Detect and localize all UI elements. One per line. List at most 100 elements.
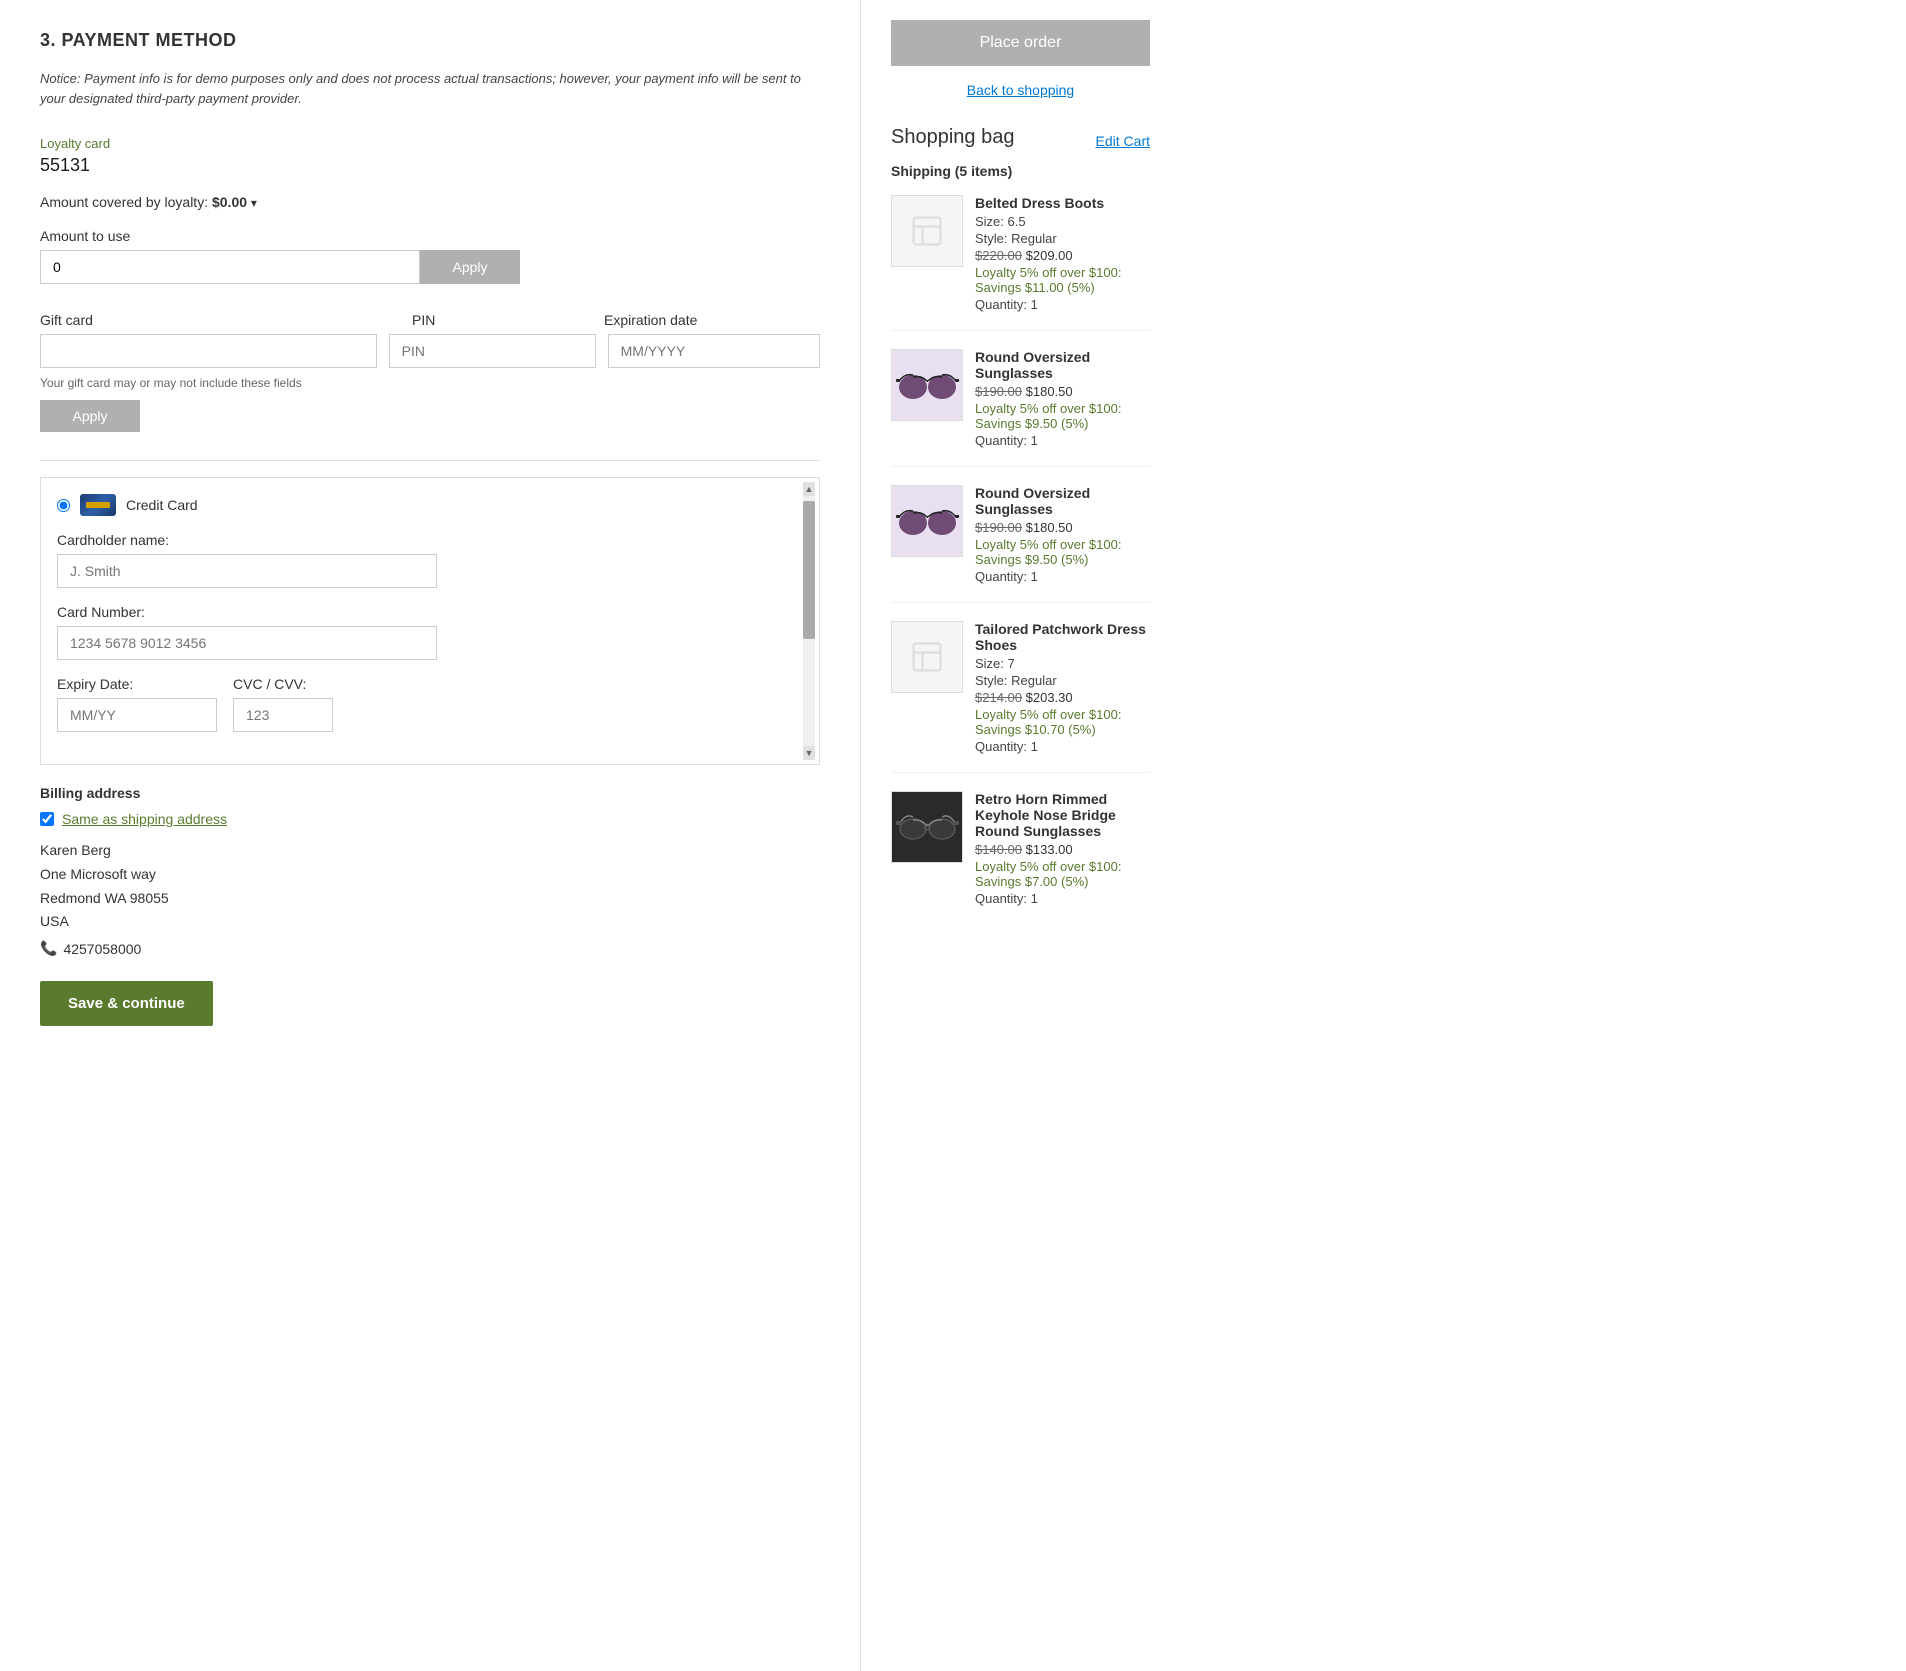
- shopping-bag-title: Shopping bag: [891, 126, 1014, 149]
- loyalty-savings: Loyalty 5% off over $100: Savings $7.00 …: [975, 859, 1150, 889]
- expiration-input[interactable]: [608, 334, 820, 368]
- amount-covered-value: $0.00: [212, 194, 247, 210]
- gift-hint: Your gift card may or may not include th…: [40, 376, 820, 390]
- notice-text: Notice: Payment info is for demo purpose…: [40, 69, 820, 108]
- back-to-shopping-link[interactable]: Back to shopping: [891, 82, 1150, 98]
- item-size: Size: 7: [975, 656, 1150, 671]
- price-row: $140.00 $133.00: [975, 842, 1150, 857]
- item-quantity: Quantity: 1: [975, 297, 1150, 312]
- item-details: Round Oversized Sunglasses $190.00 $180.…: [975, 485, 1150, 584]
- save-continue-button[interactable]: Save & continue: [40, 981, 213, 1026]
- dropdown-arrow-icon[interactable]: ▾: [251, 196, 257, 210]
- expiry-cvc-row: [57, 698, 803, 732]
- expiration-label: Expiration date: [604, 312, 820, 328]
- card-number-group: Card Number:: [57, 604, 803, 660]
- original-price: $214.00: [975, 690, 1022, 705]
- billing-address2: Redmond WA 98055: [40, 887, 820, 911]
- item-name: Belted Dress Boots: [975, 195, 1150, 211]
- expiry-label: Expiry Date:: [57, 676, 217, 692]
- credit-card-label: Credit Card: [126, 497, 198, 513]
- cvc-input[interactable]: [233, 698, 333, 732]
- item-style: Style: Regular: [975, 673, 1150, 688]
- sale-price: $180.50: [1026, 520, 1073, 535]
- amount-row: Apply: [40, 250, 820, 284]
- card-number-label: Card Number:: [57, 604, 803, 620]
- cardholder-input[interactable]: [57, 554, 437, 588]
- cardholder-group: Cardholder name:: [57, 532, 803, 588]
- amount-to-use-label: Amount to use: [40, 228, 820, 244]
- item-name: Tailored Patchwork Dress Shoes: [975, 621, 1150, 653]
- billing-name: Karen Berg: [40, 839, 820, 863]
- credit-card-section: Credit Card Cardholder name: Card Number…: [40, 477, 820, 765]
- gift-card-input[interactable]: [40, 334, 377, 368]
- cart-item: Tailored Patchwork Dress Shoes Size: 7 S…: [891, 621, 1150, 773]
- placeholder-image: [892, 196, 962, 266]
- sidebar: Place order Back to shopping Shopping ba…: [860, 0, 1180, 1671]
- amount-input[interactable]: [40, 250, 420, 284]
- gift-fields: [40, 334, 820, 368]
- sale-price: $203.30: [1026, 690, 1073, 705]
- pin-input[interactable]: [389, 334, 596, 368]
- gift-card-section: Gift card PIN Expiration date Your gift …: [40, 312, 820, 432]
- same-as-shipping-row: Same as shipping address: [40, 811, 820, 827]
- phone-number: 4257058000: [63, 941, 141, 957]
- item-thumbnail: [891, 791, 963, 863]
- item-details: Round Oversized Sunglasses $190.00 $180.…: [975, 349, 1150, 448]
- sale-price: $209.00: [1026, 248, 1073, 263]
- expiry-cvc-group: Expiry Date: CVC / CVV:: [57, 676, 803, 732]
- billing-section: Billing address Same as shipping address…: [40, 785, 820, 957]
- credit-card-radio[interactable]: [57, 499, 70, 512]
- expiry-cvc-labels: Expiry Date: CVC / CVV:: [57, 676, 803, 692]
- sale-price: $180.50: [1026, 384, 1073, 399]
- item-thumbnail: [891, 349, 963, 421]
- item-name: Retro Horn Rimmed Keyhole Nose Bridge Ro…: [975, 791, 1150, 839]
- item-name: Round Oversized Sunglasses: [975, 349, 1150, 381]
- loyalty-section: Loyalty card 55131 Amount covered by loy…: [40, 136, 820, 284]
- expiry-input[interactable]: [57, 698, 217, 732]
- loyalty-label: Loyalty card: [40, 136, 820, 151]
- same-as-shipping-label[interactable]: Same as shipping address: [62, 811, 227, 827]
- item-name: Round Oversized Sunglasses: [975, 485, 1150, 517]
- item-thumbnail: [891, 621, 963, 693]
- cvc-label: CVC / CVV:: [233, 676, 306, 692]
- pin-label: PIN: [412, 312, 592, 328]
- scroll-down-arrow[interactable]: ▼: [803, 746, 815, 760]
- loyalty-apply-button[interactable]: Apply: [420, 250, 520, 284]
- price-row: $190.00 $180.50: [975, 384, 1150, 399]
- loyalty-savings: Loyalty 5% off over $100: Savings $11.00…: [975, 265, 1150, 295]
- price-row: $214.00 $203.30: [975, 690, 1150, 705]
- cart-item: Round Oversized Sunglasses $190.00 $180.…: [891, 349, 1150, 467]
- amount-covered: Amount covered by loyalty: $0.00 ▾: [40, 194, 820, 210]
- cardholder-label: Cardholder name:: [57, 532, 803, 548]
- item-details: Belted Dress Boots Size: 6.5 Style: Regu…: [975, 195, 1150, 312]
- card-number-input[interactable]: [57, 626, 437, 660]
- shipping-label: Shipping (5 items): [891, 163, 1150, 179]
- sale-price: $133.00: [1026, 842, 1073, 857]
- original-price: $190.00: [975, 384, 1022, 399]
- item-thumbnail: [891, 195, 963, 267]
- item-size: Size: 6.5: [975, 214, 1150, 229]
- billing-address: Karen Berg One Microsoft way Redmond WA …: [40, 839, 820, 934]
- price-row: $190.00 $180.50: [975, 520, 1150, 535]
- scrollbar-thumb[interactable]: [803, 501, 815, 639]
- section-title: 3. PAYMENT METHOD: [40, 30, 820, 51]
- phone-row: 📞 4257058000: [40, 940, 820, 957]
- item-quantity: Quantity: 1: [975, 891, 1150, 906]
- price-row: $220.00 $209.00: [975, 248, 1150, 263]
- original-price: $190.00: [975, 520, 1022, 535]
- loyalty-savings: Loyalty 5% off over $100: Savings $9.50 …: [975, 537, 1150, 567]
- loyalty-savings: Loyalty 5% off over $100: Savings $9.50 …: [975, 401, 1150, 431]
- credit-card-icon: [80, 494, 116, 516]
- item-details: Tailored Patchwork Dress Shoes Size: 7 S…: [975, 621, 1150, 754]
- original-price: $220.00: [975, 248, 1022, 263]
- scroll-up-arrow[interactable]: ▲: [803, 482, 815, 496]
- edit-cart-link[interactable]: Edit Cart: [1096, 133, 1150, 149]
- phone-icon: 📞: [40, 940, 57, 957]
- gift-card-apply-button[interactable]: Apply: [40, 400, 140, 432]
- payment-method-row: Credit Card: [57, 494, 803, 516]
- cart-item: Round Oversized Sunglasses $190.00 $180.…: [891, 485, 1150, 603]
- loyalty-savings: Loyalty 5% off over $100: Savings $10.70…: [975, 707, 1150, 737]
- place-order-button[interactable]: Place order: [891, 20, 1150, 66]
- same-as-shipping-checkbox[interactable]: [40, 812, 54, 826]
- divider: [40, 460, 820, 461]
